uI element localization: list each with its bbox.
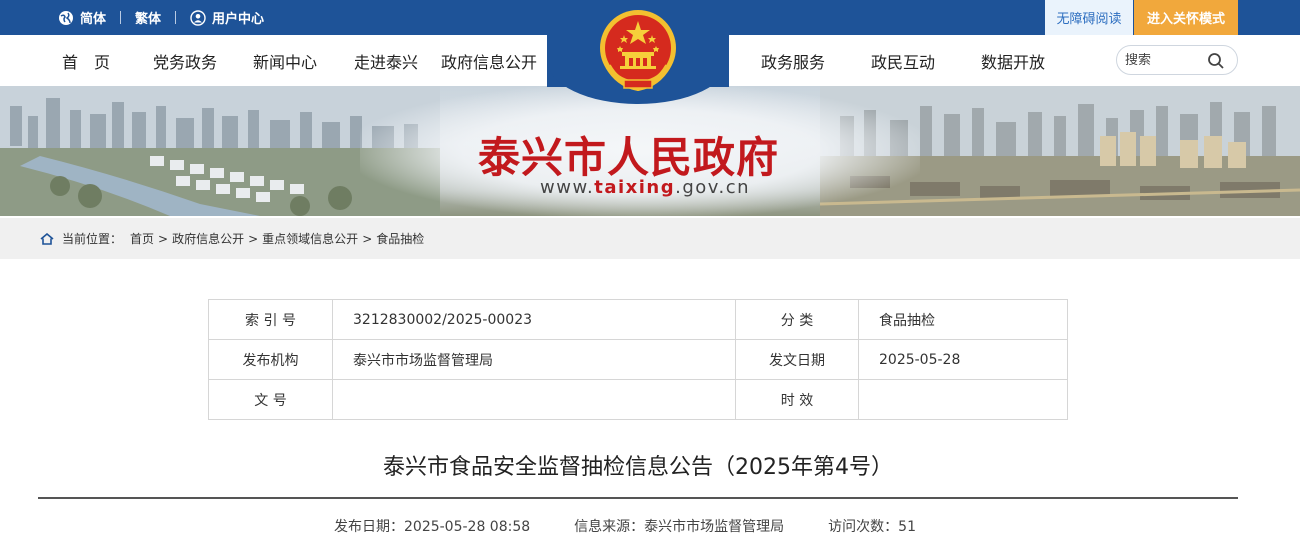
divider — [120, 11, 122, 24]
breadcrumb-gov-info[interactable]: 政府信息公开 — [172, 230, 244, 247]
article-info: 发布日期：2025-05-28 08:58 信息来源：泰兴市市场监督管理局 访问… — [334, 516, 916, 536]
nav-item-party-affairs[interactable]: 党务政务 — [153, 35, 217, 86]
index-number-value: 3212830002/2025-00023 — [332, 299, 736, 340]
publisher-label: 发布机构 — [208, 339, 333, 380]
nav-item-about-taixing[interactable]: 走进泰兴 — [354, 35, 418, 86]
table-row: 文 号 时 效 — [208, 379, 1068, 420]
breadcrumb-food-inspection[interactable]: 食品抽检 — [376, 230, 424, 247]
validity-value — [858, 379, 1068, 420]
top-links: 简体 繁体 用户中心 — [58, 0, 264, 35]
publish-date: 发布日期：2025-05-28 08:58 — [334, 519, 531, 535]
user-center-link[interactable]: 用户中心 — [190, 8, 264, 27]
divider — [175, 11, 177, 24]
breadcrumb-separator: > — [362, 231, 373, 246]
traditional-chinese-link[interactable]: 繁体 — [135, 8, 161, 27]
nav-item-interaction[interactable]: 政民互动 — [871, 35, 935, 86]
breadcrumb-separator: > — [248, 231, 259, 246]
validity-label: 时 效 — [735, 379, 859, 420]
document-meta-table: 索 引 号 3212830002/2025-00023 分 类 食品抽检 发布机… — [208, 299, 1068, 420]
accessibility-button[interactable]: 无障碍阅读 — [1045, 0, 1133, 35]
title-divider — [38, 497, 1238, 499]
info-source: 信息来源：泰兴市市场监督管理局 — [574, 519, 785, 535]
user-icon — [190, 9, 206, 26]
national-emblem-logo[interactable] — [598, 8, 678, 92]
search-icon[interactable] — [1207, 52, 1225, 70]
category-label: 分 类 — [735, 299, 859, 340]
breadcrumb-home[interactable]: 首页 — [130, 230, 154, 247]
table-row: 索 引 号 3212830002/2025-00023 分 类 食品抽检 — [208, 299, 1068, 340]
category-value: 食品抽检 — [858, 299, 1068, 340]
site-url-suffix: .gov.cn — [675, 177, 751, 198]
nav-item-home[interactable]: 首 页 — [62, 35, 110, 86]
issue-date-label: 发文日期 — [735, 339, 859, 380]
table-row: 发布机构 泰兴市市场监督管理局 发文日期 2025-05-28 — [208, 339, 1068, 380]
site-url-prefix: www. — [540, 177, 595, 198]
article-title: 泰兴市食品安全监督抽检信息公告（2025年第4号） — [383, 455, 893, 480]
user-center-label: 用户中心 — [212, 12, 265, 27]
nav-item-news[interactable]: 新闻中心 — [253, 35, 317, 86]
simplified-chinese-link[interactable]: 简体 — [58, 8, 106, 27]
publisher-value: 泰兴市市场监督管理局 — [332, 339, 736, 380]
visit-count: 访问次数：51 — [828, 519, 916, 535]
nav-item-gov-info[interactable]: 政府信息公开 — [441, 35, 537, 86]
simplified-label: 简体 — [80, 12, 107, 27]
traditional-label: 繁体 — [135, 12, 162, 27]
breadcrumb-separator: > — [158, 231, 169, 246]
site-title: 泰兴市人民政府 — [478, 133, 780, 182]
site-url: www.taixing.gov.cn — [540, 177, 750, 198]
index-number-label: 索 引 号 — [208, 299, 333, 340]
nav-item-gov-services[interactable]: 政务服务 — [761, 35, 825, 86]
breadcrumb-key-areas[interactable]: 重点领域信息公开 — [262, 230, 358, 247]
document-number-label: 文 号 — [208, 379, 333, 420]
document-number-value — [332, 379, 736, 420]
care-mode-button[interactable]: 进入关怀模式 — [1134, 0, 1238, 35]
search-input[interactable] — [1125, 52, 1201, 68]
search-box — [1116, 45, 1238, 75]
site-url-domain: taixing — [594, 177, 676, 198]
issue-date-value: 2025-05-28 — [858, 339, 1068, 380]
globe-icon — [59, 10, 73, 25]
breadcrumb: 当前位置： 首页 > 政府信息公开 > 重点领域信息公开 > 食品抽检 — [0, 218, 1300, 259]
nav-item-open-data[interactable]: 数据开放 — [981, 35, 1045, 86]
home-icon — [40, 232, 54, 245]
breadcrumb-label: 当前位置： — [62, 232, 123, 246]
